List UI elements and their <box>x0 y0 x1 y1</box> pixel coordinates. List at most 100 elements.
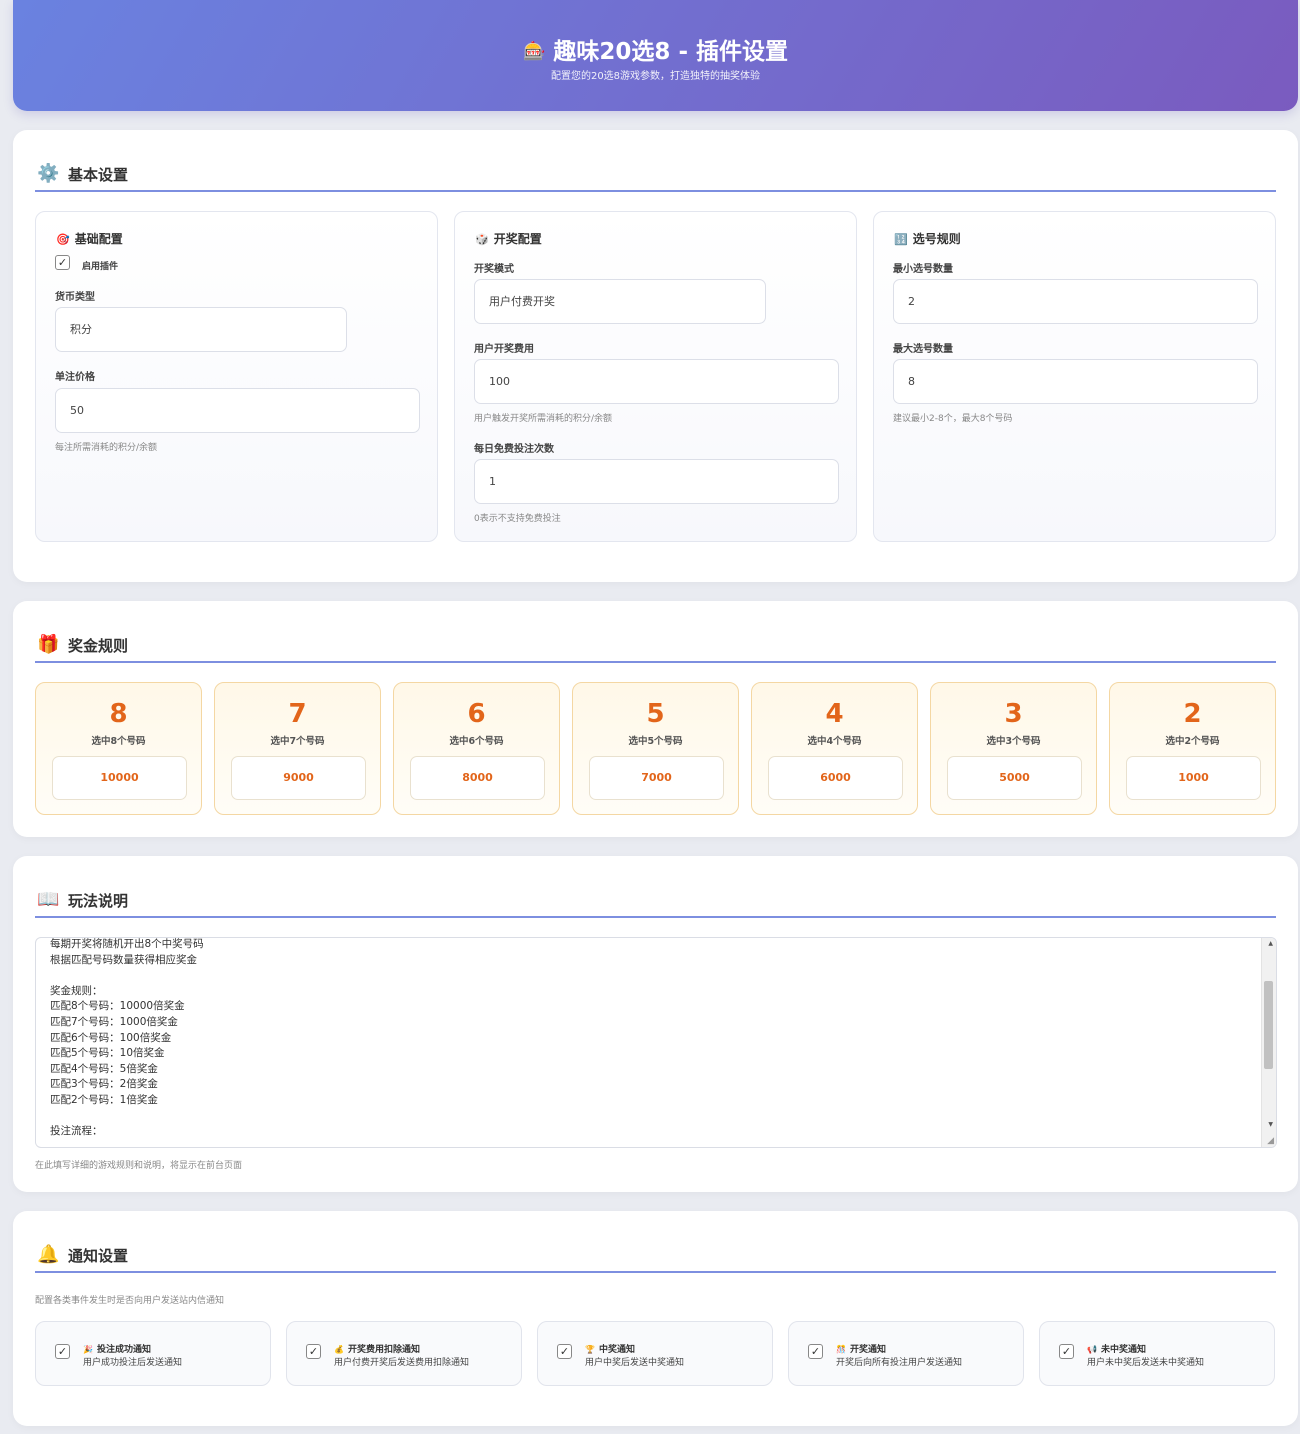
panel-title-text: 选号规则 <box>912 232 961 246</box>
notify-title: 📢 未中奖通知 <box>1087 1342 1146 1355</box>
howto-header: 📖 玩法说明 <box>35 878 1276 918</box>
dice-icon: 🎲 <box>475 233 489 246</box>
gear-icon: ⚙️ <box>37 163 60 184</box>
notify-option[interactable]: ✓ 🎊 开奖通知 开奖后向所有投注用户发送通知 <box>788 1321 1024 1386</box>
notify-desc: 用户付费开奖后发送费用扣除通知 <box>334 1358 470 1368</box>
page-title-text: 趣味20选8 - 插件设置 <box>553 39 788 65</box>
prize-value-input[interactable]: 6000 <box>768 756 903 800</box>
free-bets-hint: 0表示不支持免费投注 <box>474 514 561 524</box>
draw-fee-label: 用户开奖费用 <box>474 344 534 355</box>
currency-select[interactable]: 积分 <box>55 307 347 352</box>
notify-checkbox[interactable]: ✓ <box>1059 1344 1074 1359</box>
notify-desc: 用户中奖后发送中奖通知 <box>585 1358 685 1368</box>
prize-card: 3 选中3个号码 5000 <box>930 682 1097 815</box>
rules-textarea[interactable]: 每期开奖将随机开出8个中奖号码 根据匹配号码数量获得相应奖金 奖金规则： 匹配8个号码… <box>35 937 1277 1148</box>
prize-value-input[interactable]: 7000 <box>589 756 724 800</box>
max-pick-input[interactable]: 8 <box>893 359 1258 404</box>
prize-caption: 选中5个号码 <box>628 736 683 747</box>
notify-title-text: 中奖通知 <box>598 1345 635 1355</box>
target-icon: 🎯 <box>56 233 70 246</box>
prize-value-input[interactable]: 1000 <box>1126 756 1261 800</box>
prize-value-input[interactable]: 9000 <box>231 756 366 800</box>
notify-emoji-icon: 📢 <box>1087 1345 1097 1354</box>
panel-title: 🔢 选号规则 <box>894 230 961 247</box>
notify-checkbox[interactable]: ✓ <box>557 1344 572 1359</box>
notify-emoji-icon: 🎊 <box>836 1345 846 1354</box>
notify-title-text: 开奖费用扣除通知 <box>347 1345 420 1355</box>
prize-card: 2 选中2个号码 1000 <box>1109 682 1276 815</box>
rules-line: 匹配2个号码：1倍奖金 <box>50 1093 158 1106</box>
section-title: 通知设置 <box>68 1247 129 1265</box>
rules-hint: 在此填写详细的游戏规则和说明，将显示在前台页面 <box>35 1161 243 1171</box>
gift-icon: 🎁 <box>37 634 60 655</box>
basic-settings-card: ⚙️ 基本设置 🎯 基础配置 ✓ 启用插件 货币类型 积分 单注价格 50 每注所… <box>13 130 1298 582</box>
prize-caption: 选中3个号码 <box>986 736 1041 747</box>
draw-fee-input[interactable]: 100 <box>474 359 839 404</box>
notify-desc: 用户未中奖后发送未中奖通知 <box>1087 1358 1205 1368</box>
price-hint: 每注所需消耗的积分/余额 <box>55 443 158 453</box>
section-title: 奖金规则 <box>68 637 129 655</box>
scroll-down-icon[interactable]: ▼ <box>1268 1121 1273 1128</box>
notify-desc: 用户成功投注后发送通知 <box>83 1358 183 1368</box>
page-header: 🎰 趣味20选8 - 插件设置 配置您的20选8游戏参数，打造独特的抽奖体验 <box>13 0 1298 111</box>
prize-value-input[interactable]: 5000 <box>947 756 1082 800</box>
howto-card: 📖 玩法说明 每期开奖将随机开出8个中奖号码 根据匹配号码数量获得相应奖金 奖金规则… <box>13 856 1298 1192</box>
min-pick-input[interactable]: 2 <box>893 279 1258 324</box>
rules-line: 投注流程： <box>50 1125 103 1138</box>
prize-match-count: 3 <box>1004 699 1023 729</box>
prize-match-count: 4 <box>825 699 844 729</box>
panel-title: 🎲 开奖配置 <box>475 230 542 247</box>
prize-value-input[interactable]: 10000 <box>52 756 187 800</box>
prize-card: 6 选中6个号码 8000 <box>393 682 560 815</box>
notify-title-text: 未中奖通知 <box>1100 1345 1146 1355</box>
rules-text: 每期开奖将随机开出8个中奖号码 根据匹配号码数量获得相应奖金 奖金规则： 匹配8个号码… <box>50 938 204 1140</box>
notify-checkbox[interactable]: ✓ <box>55 1344 70 1359</box>
prize-card: 4 选中4个号码 6000 <box>751 682 918 815</box>
panel-title-text: 基础配置 <box>74 232 123 246</box>
prize-match-count: 5 <box>646 699 665 729</box>
notify-title: 💰 开奖费用扣除通知 <box>334 1342 420 1355</box>
free-bets-input[interactable]: 1 <box>474 459 839 504</box>
enable-plugin-label: 启用插件 <box>82 262 119 272</box>
rules-line: 奖金规则： <box>50 984 103 997</box>
draw-config-panel: 🎲 开奖配置 开奖模式 用户付费开奖 用户开奖费用 100 用户触发开奖所需消耗的… <box>454 211 857 542</box>
notify-checkbox[interactable]: ✓ <box>808 1344 823 1359</box>
notify-desc: 配置各类事件发生时是否向用户发送站内信通知 <box>35 1296 225 1306</box>
notify-title: 🏆 中奖通知 <box>585 1342 635 1355</box>
price-input[interactable]: 50 <box>55 388 420 433</box>
section-title: 玩法说明 <box>68 892 129 910</box>
currency-label: 货币类型 <box>55 292 95 303</box>
resize-grip-icon[interactable]: ◢ <box>1267 1136 1274 1146</box>
draw-mode-select[interactable]: 用户付费开奖 <box>474 279 766 324</box>
notify-option[interactable]: ✓ 🏆 中奖通知用户中奖后发送中奖通知 <box>537 1321 773 1386</box>
notify-title-text: 开奖通知 <box>849 1345 886 1355</box>
enable-plugin-checkbox[interactable]: ✓ <box>55 255 70 270</box>
notify-title: 🎉 投注成功通知 <box>83 1342 151 1355</box>
notify-card: 🔔 通知设置 配置各类事件发生时是否向用户发送站内信通知 ✓ 🎉 投注成功通知用户成… <box>13 1211 1298 1426</box>
numbers-icon: 🔢 <box>894 233 908 246</box>
rules-line: 每期开奖将随机开出8个中奖号码 <box>50 938 204 950</box>
basic-settings-header: ⚙️ 基本设置 <box>35 152 1276 192</box>
notify-emoji-icon: 🏆 <box>585 1345 595 1354</box>
rules-line: 匹配4个号码：5倍奖金 <box>50 1062 158 1075</box>
notify-checkbox[interactable]: ✓ <box>306 1344 321 1359</box>
rules-line: 匹配7个号码：1000倍奖金 <box>50 1015 178 1028</box>
notify-option[interactable]: ✓ 📢 未中奖通知用户未中奖后发送未中奖通知 <box>1039 1321 1275 1386</box>
prize-match-count: 8 <box>109 699 128 729</box>
scroll-up-icon[interactable]: ▲ <box>1268 940 1273 947</box>
prize-value-input[interactable]: 8000 <box>410 756 545 800</box>
free-bets-label: 每日免费投注次数 <box>474 444 554 455</box>
pick-rules-hint: 建议最小2-8个，最大8个号码 <box>893 414 1013 424</box>
notify-option[interactable]: ✓ 💰 开奖费用扣除通知用户付费开奖后发送费用扣除通知 <box>286 1321 522 1386</box>
scrollbar-thumb[interactable] <box>1264 981 1273 1069</box>
slot-machine-icon: 🎰 <box>523 41 546 62</box>
rules-line: 匹配5个号码：10倍奖金 <box>50 1047 165 1060</box>
notify-header: 🔔 通知设置 <box>35 1233 1276 1273</box>
notify-title: 🎊 开奖通知 <box>836 1342 886 1355</box>
prize-caption: 选中2个号码 <box>1165 736 1220 747</box>
rules-line: 匹配8个号码：10000倍奖金 <box>50 1000 185 1013</box>
rules-line <box>50 1109 204 1125</box>
base-config-panel: 🎯 基础配置 ✓ 启用插件 货币类型 积分 单注价格 50 每注所需消耗的积分/余… <box>35 211 438 542</box>
notify-option[interactable]: ✓ 🎉 投注成功通知用户成功投注后发送通知 <box>35 1321 271 1386</box>
prize-rules-card: 🎁 奖金规则 8 选中8个号码 10000 7 选中7个号码 9000 6 选中6个号码 800… <box>13 601 1298 837</box>
